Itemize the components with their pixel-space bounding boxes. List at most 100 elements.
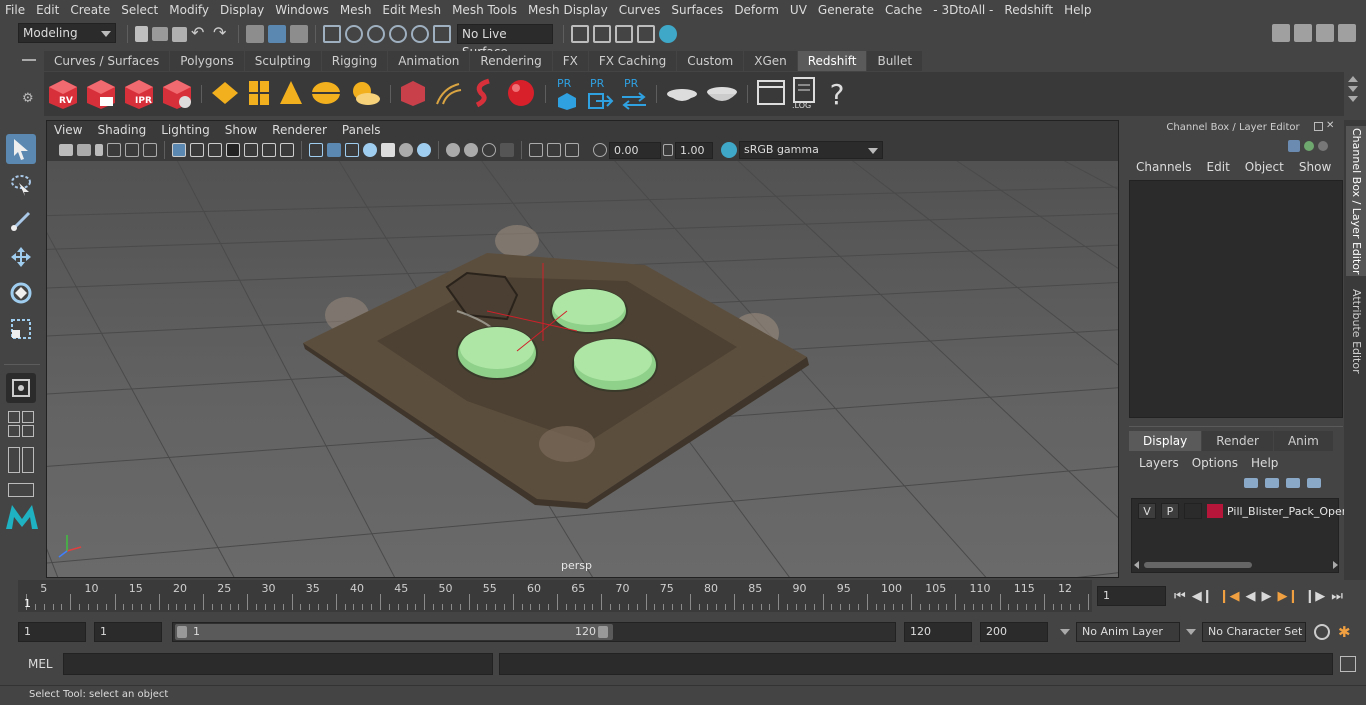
menu-file[interactable]: File [0,0,31,20]
layer-playback-toggle[interactable]: P [1161,503,1179,519]
menu-display[interactable]: Display [215,0,270,20]
step-forward-key-icon[interactable]: ▶❙ [1277,589,1298,604]
pr-swap-icon[interactable]: PR [620,77,648,111]
layer-menu-options[interactable]: Options [1192,456,1238,470]
anim-layer-dropdown-icon[interactable] [1060,629,1070,635]
layer-tab-anim[interactable]: Anim [1273,431,1333,451]
rs-light-spot-icon[interactable] [278,78,304,111]
layout-column-icon[interactable] [8,447,36,473]
step-back-key-icon[interactable]: ❙◀ [1219,589,1240,604]
safe-title-icon[interactable] [280,143,294,157]
channel-menu-show[interactable]: Show [1299,160,1331,174]
menu-windows[interactable]: Windows [270,0,335,20]
viewport-menu-show[interactable]: Show [218,121,265,139]
material-pie-icon[interactable] [705,78,739,111]
menu-cache[interactable]: Cache [880,0,928,20]
step-back-icon[interactable]: ◀❙ [1192,589,1213,604]
go-to-start-icon[interactable]: ⏮ [1174,589,1186,604]
channel-box-area[interactable] [1129,180,1343,418]
grease-pencil-icon[interactable] [125,143,139,157]
rs-proxy-icon[interactable] [399,78,427,111]
bookmark-icon[interactable] [95,144,103,156]
channel-menu-object[interactable]: Object [1245,160,1284,174]
image-plane-icon[interactable] [107,143,121,157]
snap-point-icon[interactable] [367,25,385,43]
pencil-icon[interactable] [143,143,157,157]
rs-render-sequence-icon[interactable] [85,78,117,110]
rs-render-view-icon[interactable]: RV [47,78,79,110]
ipr-render-icon[interactable] [615,25,633,43]
layer-tab-render[interactable]: Render [1202,431,1273,451]
shelf-tab-sculpting[interactable]: Sculpting [244,51,321,71]
shelf-tab-rendering[interactable]: Rendering [470,51,552,71]
shelf-tab-custom[interactable]: Custom [677,51,744,71]
menu-create[interactable]: Create [65,0,116,20]
layer-menu-help[interactable]: Help [1251,456,1278,470]
character-set-field[interactable]: No Character Set [1202,622,1306,642]
film-gate-icon[interactable] [190,143,204,157]
menu-3dtoall[interactable]: - 3DtoAll - [928,0,999,20]
range-slider-handle[interactable] [175,624,613,640]
backface-icon[interactable] [500,143,514,157]
menu-mesh-tools[interactable]: Mesh Tools [447,0,523,20]
layer-visibility-toggle[interactable]: V [1138,503,1156,519]
menu-mesh[interactable]: Mesh [335,0,378,20]
menu-deform[interactable]: Deform [729,0,785,20]
xray-joints-icon[interactable] [482,143,496,157]
resolution-gate-icon[interactable] [208,143,222,157]
layer-type-toggle[interactable] [1184,503,1202,519]
frame-all-icon[interactable] [547,143,561,157]
rs-volume-icon[interactable] [469,77,499,112]
live-surface-field[interactable]: No Live Surface [457,24,553,59]
char-set-dropdown-icon[interactable] [1186,629,1196,635]
material-bowl-icon[interactable] [665,78,699,111]
grid-toggle-icon[interactable] [172,143,186,157]
exposure-field[interactable]: 0.00 [609,141,661,159]
pr-cube-icon[interactable]: PR [554,77,580,111]
rs-light-portal-icon[interactable] [246,78,272,111]
rs-ipr-icon[interactable]: IPR [123,78,155,110]
layout-icon[interactable] [1294,24,1312,42]
channel-menu-channels[interactable]: Channels [1136,160,1192,174]
mode-selector[interactable]: Modeling [18,23,116,43]
step-forward-icon[interactable]: ❙▶ [1304,589,1325,604]
safe-action-icon[interactable] [262,143,276,157]
script-editor-button-icon[interactable] [1340,656,1356,672]
move-layer-up-icon[interactable] [1244,478,1258,488]
shadows-icon[interactable] [417,143,431,157]
new-layer-icon[interactable] [1286,478,1300,488]
range-slider[interactable]: 1 120 [172,622,896,642]
snap-grid-icon[interactable] [323,25,341,43]
camera-select-icon[interactable] [59,144,73,156]
move-layer-down-icon[interactable] [1265,478,1279,488]
workspace-icon[interactable] [1272,24,1290,42]
viewport-menu-renderer[interactable]: Renderer [265,121,335,139]
menu-generate[interactable]: Generate [813,0,880,20]
pr-export-icon[interactable]: PR [586,77,614,111]
menu-mesh-display[interactable]: Mesh Display [523,0,614,20]
render-history-icon[interactable] [571,25,589,43]
wireframe-on-shaded-icon[interactable] [345,143,359,157]
tab-attribute-editor[interactable]: Attribute Editor [1346,286,1366,376]
rotate-tool-icon[interactable] [6,278,36,308]
play-forwards-icon[interactable]: ▶ [1261,589,1271,604]
rs-light-ies-icon[interactable] [310,78,342,111]
anim-end-field[interactable]: 200 [980,622,1048,642]
panel-toggle-2-icon[interactable] [1338,24,1356,42]
viewport-menu-shading[interactable]: Shading [90,121,154,139]
shelf-tab-xgen[interactable]: XGen [744,51,797,71]
close-icon[interactable]: ✕ [1326,121,1334,131]
channel-menu-edit[interactable]: Edit [1207,160,1230,174]
move-tool-icon[interactable] [6,242,36,272]
exposure-icon[interactable] [593,143,607,157]
layer-color-swatch[interactable] [1207,504,1223,518]
layer-tab-display[interactable]: Display [1129,431,1202,451]
rs-settings-icon[interactable] [161,78,193,110]
layer-menu-layers[interactable]: Layers [1139,456,1179,470]
current-frame-field[interactable]: 1 [1097,586,1166,606]
textured-icon[interactable] [381,143,395,157]
float-icon[interactable] [1314,121,1323,131]
viewport-menu-view[interactable]: View [47,121,90,139]
time-slider[interactable]: 5 10 15 20 25 30 35 40 45 50 55 60 65 70 75 80 85 90 95 100… [18,580,1092,612]
play-backwards-icon[interactable]: ◀ [1245,589,1255,604]
